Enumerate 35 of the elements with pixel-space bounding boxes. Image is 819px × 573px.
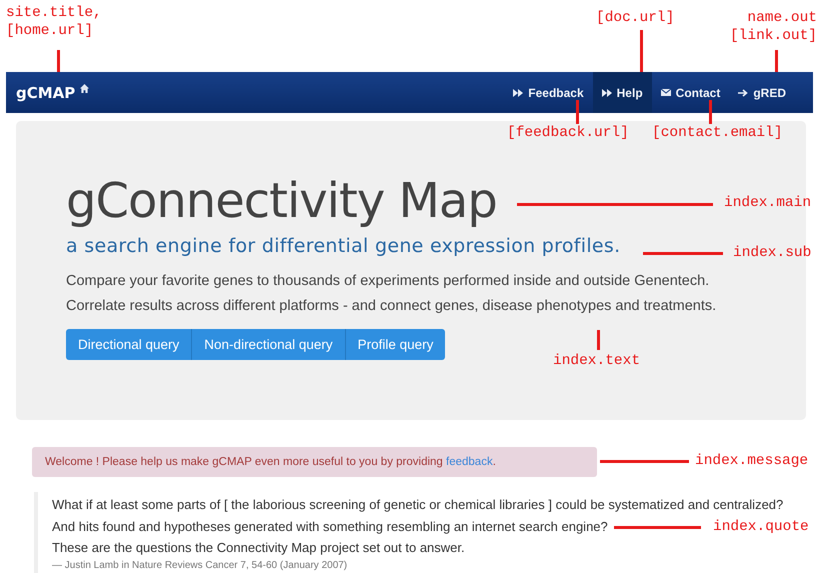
fast-forward-icon (602, 88, 612, 96)
quote-text: And hits found and hypotheses generated with something resembling an internet search engine? (52, 518, 608, 536)
quote-citation: — Justin Lamb in Nature Reviews Cancer 7, 54-60 (January 2007) (52, 558, 348, 572)
leader-line (597, 330, 600, 350)
page-subtitle: a search engine for differential gene expression profiles. (66, 235, 620, 257)
envelope-icon (660, 89, 671, 96)
intro-text: Correlate results across different platforms - and connect genes, disease phenotypes and treatments. (66, 297, 716, 316)
annotation-label: index.sub (733, 244, 812, 262)
nav-link[interactable]: Help (592, 72, 652, 113)
annotation-label: index.text (553, 352, 640, 370)
fast-forward-icon (513, 88, 524, 96)
welcome-message: Welcome ! Please help us make gCMAP even more useful to you by providing feedback. (32, 447, 597, 477)
intro-text: Compare your favorite genes to thousands of experiments performed inside and outside Genentech. (66, 272, 710, 291)
leader-line (57, 50, 60, 72)
annotation-label: name.out [link.out] (730, 9, 817, 45)
annotation-label: index.main (724, 194, 812, 212)
site-title-link[interactable]: gCMAP (16, 84, 76, 102)
quote-text: What if at least some parts of [ the laborious screening of genetic or chemical libraries ] could be systematized and centralized? (52, 496, 784, 514)
annotation-label: index.message (695, 452, 808, 470)
nav-link[interactable]: gRED (729, 72, 795, 113)
leader-line (775, 50, 778, 72)
nav-link[interactable]: Contact (652, 72, 730, 113)
annotation-label: [doc.url] (596, 9, 674, 27)
right-arrow-icon (738, 88, 748, 96)
nav-link[interactable]: Feedback (504, 72, 593, 113)
annotation-label: [feedback.url] (507, 124, 629, 142)
quote-text: These are the questions the Connectivity Map project set out to answer. (52, 539, 465, 557)
annotation-label: index.quote (713, 518, 809, 536)
page-title: gConnectivity Map (66, 172, 497, 231)
leader-line (576, 100, 579, 124)
leader-line (640, 30, 643, 72)
leader-line (709, 100, 712, 124)
annotation-label: site.title, [home.url] (6, 4, 102, 40)
home-icon (80, 84, 90, 93)
annotation-label: [contact.email] (652, 124, 783, 142)
